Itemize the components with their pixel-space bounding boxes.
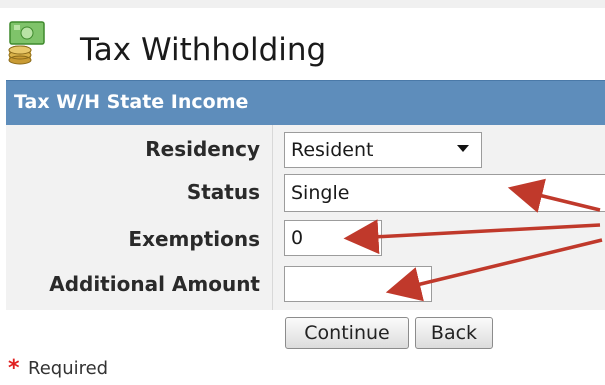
callout-arrows <box>343 178 603 302</box>
arrow-to-additional-amount <box>385 238 603 302</box>
arrow-to-exemptions <box>343 219 601 255</box>
arrow-to-status <box>507 178 601 213</box>
